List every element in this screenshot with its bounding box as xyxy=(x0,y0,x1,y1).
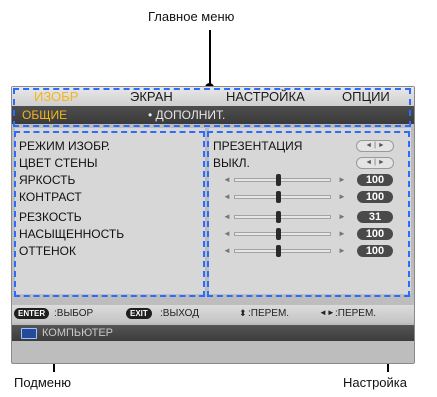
main-menu-annotation: Главное меню xyxy=(148,9,235,24)
exit-key-icon: EXIT xyxy=(126,308,152,319)
setting-annotation: Настройка xyxy=(343,375,407,390)
up-down-hint: :ПЕРЕМ. xyxy=(248,308,290,319)
exit-hint: :ВЫХОД xyxy=(160,308,199,319)
submenu-annotation: Подменю xyxy=(14,375,71,390)
setting-highlight xyxy=(207,131,410,297)
submenu-highlight xyxy=(14,131,205,297)
up-down-arrow-icon: ⬍ xyxy=(239,308,247,318)
input-source-bar: КОМПЬЮТЕР xyxy=(12,325,414,341)
monitor-icon xyxy=(21,328,37,339)
left-right-hint: :ПЕРЕМ. xyxy=(335,308,377,319)
main-menu-callout-line xyxy=(209,30,211,86)
left-right-arrow-icon: ◄► xyxy=(319,308,335,317)
input-source-label: КОМПЬЮТЕР xyxy=(42,327,114,339)
key-hint-bar: ENTER :ВЫБОР EXIT :ВЫХОД ⬍ :ПЕРЕМ. ◄► :П… xyxy=(12,305,414,323)
enter-key-icon: ENTER xyxy=(14,308,50,319)
enter-hint: :ВЫБОР xyxy=(54,308,94,319)
main-menu-highlight xyxy=(13,88,411,127)
